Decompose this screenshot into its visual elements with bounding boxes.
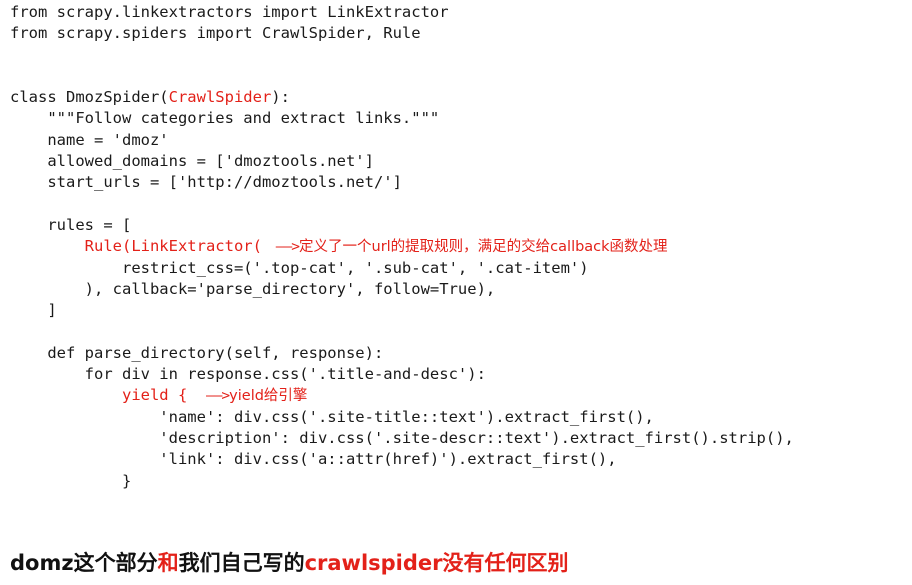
code-line-import-crawlspider: from scrapy.spiders import CrawlSpider, … — [10, 24, 421, 43]
code-line-field-link: 'link': div.css('a::attr(href)').extract… — [10, 450, 617, 469]
caption-part-3: 我们自己写的 — [178, 551, 305, 575]
code-annotation-screenshot: from scrapy.linkextractors import LinkEx… — [0, 0, 912, 585]
code-line-class-def: class DmozSpider(CrawlSpider): — [10, 87, 910, 108]
code-line-rule-linkextractor: Rule(LinkExtractor( ——>定义了一个url的提取规则，满足的… — [10, 236, 910, 257]
code-line-start-urls: start_urls = ['http://dmoztools.net/'] — [10, 173, 402, 192]
caption-part-1: domz这个部分 — [10, 551, 158, 575]
rule-linkextractor-call: Rule(LinkExtractor( — [10, 237, 262, 256]
code-line-allowed-domains: allowed_domains = ['dmoztools.net'] — [10, 152, 374, 171]
caption-part-2: 和 — [157, 551, 179, 575]
rule-annotation-text: 定义了一个url的提取规则，满足的交给callback函数处理 — [299, 239, 668, 256]
code-line-callback-follow: ), callback='parse_directory', follow=Tr… — [10, 279, 496, 298]
code-line-field-name: 'name': div.css('.site-title::text').ext… — [10, 407, 654, 426]
code-line-blank-1 — [10, 45, 910, 66]
code-line-docstring: """Follow categories and extract links."… — [10, 109, 440, 128]
code-line-field-description: 'description': div.css('.site-descr::tex… — [10, 428, 794, 447]
class-def-suffix: ): — [271, 88, 290, 107]
code-line-yield-open: yield { ——>yield给引擎 — [10, 385, 910, 406]
code-line-import-linkextractor: from scrapy.linkextractors import LinkEx… — [10, 3, 449, 21]
bottom-caption: domz这个部分和我们自己写的crawlspider没有任何区别 — [10, 549, 569, 577]
code-line-blank-3 — [10, 194, 910, 215]
code-line-name-attr: name = 'dmoz' — [10, 130, 169, 149]
rule-annotation: ——>定义了一个url的提取规则，满足的交给callback函数处理 — [262, 239, 668, 255]
code-line-def-parse-directory: def parse_directory(self, response): — [10, 343, 384, 362]
code-line-for-div: for div in response.css('.title-and-desc… — [10, 365, 486, 384]
yield-statement: yield { — [10, 386, 206, 405]
yield-annotation-text: yield给引擎 — [229, 388, 308, 405]
code-line-rules-open: rules = [ — [10, 215, 132, 234]
rule-annotation-arrow: ——> — [275, 239, 300, 256]
code-line-blank-4 — [10, 321, 910, 342]
caption-part-4: crawlspider没有任何区别 — [304, 551, 569, 575]
code-line-restrict-css: restrict_css=('.top-cat', '.sub-cat', '.… — [10, 258, 589, 277]
python-code-block: from scrapy.linkextractors import LinkEx… — [10, 2, 910, 492]
class-base-crawlspider: CrawlSpider — [168, 88, 272, 107]
code-line-blank-2 — [10, 66, 910, 87]
code-line-rules-close: ] — [10, 301, 57, 320]
code-line-dict-close: } — [10, 471, 132, 490]
yield-annotation-arrow: ——> — [205, 388, 230, 405]
class-def-prefix: class DmozSpider( — [10, 88, 169, 107]
yield-annotation: ——>yield给引擎 — [206, 388, 307, 404]
